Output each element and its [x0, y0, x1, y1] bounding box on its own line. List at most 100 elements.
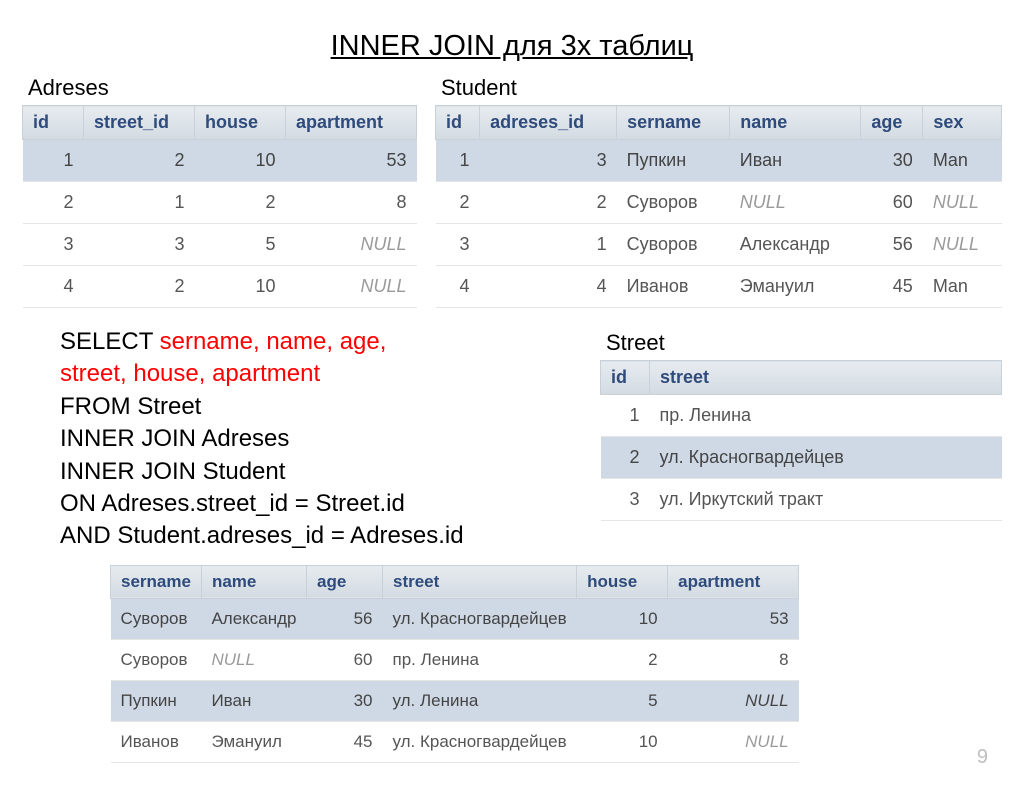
table-cell: NULL: [201, 639, 306, 680]
column-header: age: [307, 565, 383, 598]
table-cell: 60: [307, 639, 383, 680]
table-cell: 2: [23, 182, 84, 224]
table-cell: NULL: [923, 182, 1002, 224]
table-cell: NULL: [668, 680, 799, 721]
table-cell: Иванов: [617, 266, 730, 308]
table-row: 3ул. Иркутский тракт: [601, 479, 1002, 521]
table-cell: ул. Красногвардейцев: [650, 437, 1002, 479]
table-cell: 2: [84, 140, 195, 182]
table-cell: 3: [23, 224, 84, 266]
table-cell: Иван: [201, 680, 306, 721]
table-cell: Man: [923, 266, 1002, 308]
adreses-table: idstreet_idhouseapartment 1210532128335N…: [22, 105, 417, 308]
table-cell: 5: [577, 680, 668, 721]
table-row: ПупкинИван30ул. Ленина5NULL: [111, 680, 799, 721]
table-cell: 45: [307, 721, 383, 762]
table-cell: ул. Красногвардейцев: [383, 598, 577, 639]
table-row: 22СуворовNULL60NULL: [436, 182, 1002, 224]
street-table: idstreet 1пр. Ленина2ул. Красногвардейце…: [600, 360, 1002, 521]
table-row: 2ул. Красногвардейцев: [601, 437, 1002, 479]
table-cell: 3: [480, 140, 617, 182]
sql-columns-2: street, house, apartment: [60, 360, 320, 387]
table-row: 2128: [23, 182, 417, 224]
table-cell: пр. Ленина: [383, 639, 577, 680]
slide-number: 9: [977, 746, 988, 769]
table-cell: Суворов: [111, 598, 202, 639]
table-cell: 10: [195, 140, 286, 182]
result-body: СуворовАлександр56ул. Красногвардейцев10…: [111, 598, 799, 762]
adreses-header-row: idstreet_idhouseapartment: [23, 106, 417, 140]
column-header: sex: [923, 106, 1002, 140]
table-cell: 10: [577, 721, 668, 762]
adreses-label: Adreses: [28, 75, 417, 101]
sql-columns-1: sername, name, age,: [160, 328, 387, 355]
table-cell: NULL: [286, 266, 417, 308]
table-cell: ул. Иркутский тракт: [650, 479, 1002, 521]
column-header: id: [23, 106, 84, 140]
table-cell: Александр: [730, 224, 861, 266]
column-header: adreses_id: [480, 106, 617, 140]
student-label: Student: [441, 75, 1002, 101]
result-table: sernamenameagestreethouseapartment Сувор…: [110, 565, 799, 763]
column-header: id: [436, 106, 480, 140]
table-row: 44ИвановЭмануил45Man: [436, 266, 1002, 308]
result-header-row: sernamenameagestreethouseapartment: [111, 565, 799, 598]
table-cell: 1: [436, 140, 480, 182]
table-cell: 30: [307, 680, 383, 721]
table-cell: Суворов: [111, 639, 202, 680]
column-header: house: [577, 565, 668, 598]
table-row: 121053: [23, 140, 417, 182]
table-cell: NULL: [668, 721, 799, 762]
adreses-body: 1210532128335NULL4210NULL: [23, 140, 417, 308]
table-cell: 5: [195, 224, 286, 266]
table-cell: 1: [84, 182, 195, 224]
sql-select-kw: SELECT: [60, 328, 160, 355]
table-cell: 2: [436, 182, 480, 224]
table-row: 335NULL: [23, 224, 417, 266]
table-cell: 4: [23, 266, 84, 308]
table-row: СуворовNULL60пр. Ленина28: [111, 639, 799, 680]
column-header: age: [861, 106, 923, 140]
table-cell: 2: [577, 639, 668, 680]
page-title: INNER JOIN для 3х таблиц: [0, 30, 1024, 63]
table-cell: 10: [577, 598, 668, 639]
student-header-row: idadreses_idsernamenameagesex: [436, 106, 1002, 140]
sql-join-2: INNER JOIN Student: [60, 458, 285, 485]
table-row: СуворовАлександр56ул. Красногвардейцев10…: [111, 598, 799, 639]
table-cell: 60: [861, 182, 923, 224]
table-cell: 3: [84, 224, 195, 266]
table-cell: 2: [84, 266, 195, 308]
table-cell: 4: [436, 266, 480, 308]
street-label: Street: [606, 330, 1002, 356]
table-cell: NULL: [286, 224, 417, 266]
table-cell: 3: [436, 224, 480, 266]
column-header: name: [730, 106, 861, 140]
student-table: idadreses_idsernamenameagesex 13ПупкинИв…: [435, 105, 1002, 308]
column-header: apartment: [668, 565, 799, 598]
table-cell: 30: [861, 140, 923, 182]
column-header: sername: [111, 565, 202, 598]
street-body: 1пр. Ленина2ул. Красногвардейцев3ул. Ирк…: [601, 395, 1002, 521]
table-cell: пр. Ленина: [650, 395, 1002, 437]
column-header: name: [201, 565, 306, 598]
table-cell: 53: [668, 598, 799, 639]
table-cell: 1: [480, 224, 617, 266]
table-cell: Эмануил: [201, 721, 306, 762]
table-cell: 56: [307, 598, 383, 639]
table-cell: NULL: [923, 224, 1002, 266]
table-cell: NULL: [730, 182, 861, 224]
table-cell: ул. Красногвардейцев: [383, 721, 577, 762]
table-cell: ул. Ленина: [383, 680, 577, 721]
column-header: house: [195, 106, 286, 140]
table-cell: Иванов: [111, 721, 202, 762]
table-row: 31СуворовАлександр56NULL: [436, 224, 1002, 266]
table-cell: 3: [601, 479, 650, 521]
table-cell: Пупкин: [111, 680, 202, 721]
table-cell: Суворов: [617, 182, 730, 224]
sql-from: FROM Street: [60, 393, 201, 420]
sql-and: AND Student.adreses_id = Adreses.id: [60, 522, 464, 549]
table-cell: Иван: [730, 140, 861, 182]
table-cell: 45: [861, 266, 923, 308]
table-cell: 2: [480, 182, 617, 224]
table-cell: 53: [286, 140, 417, 182]
